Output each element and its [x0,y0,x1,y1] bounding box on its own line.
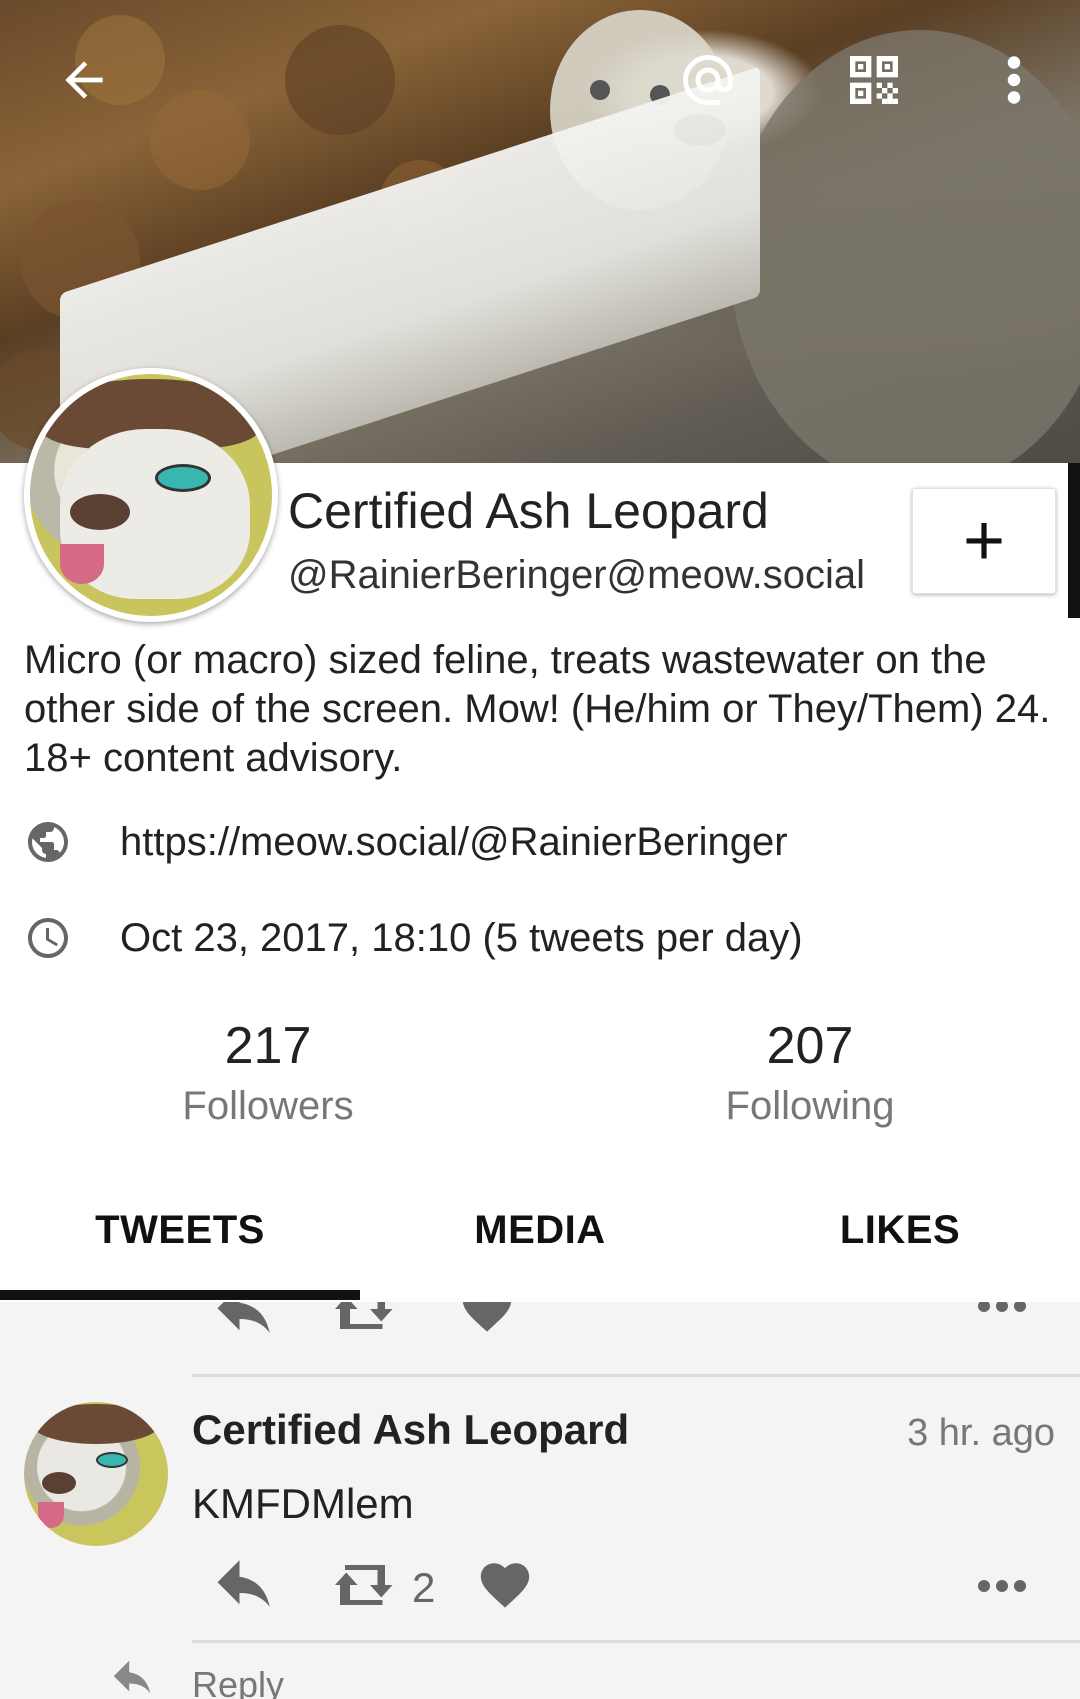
plus-icon: + [962,501,1006,581]
website-row[interactable]: https://meow.social/@RainierBeringer [24,818,788,866]
reply-icon[interactable] [212,1302,278,1336]
reply-thread-icon [110,1660,156,1696]
retweet-icon[interactable] [330,1302,400,1334]
post-divider [192,1374,1080,1377]
post-divider [192,1640,1080,1643]
retweet-count: 2 [412,1563,436,1611]
post-heart-icon[interactable] [476,1556,534,1614]
followers-stat[interactable]: 217 Followers [118,1016,418,1129]
profile-bio: Micro (or macro) sized feline, treats wa… [24,638,1051,780]
post-author[interactable]: Certified Ash Leopard [192,1406,629,1454]
followers-count: 217 [224,1017,312,1075]
post-retweet-icon [330,1560,400,1615]
post-reply-icon[interactable] [212,1560,278,1610]
display-name: Certified Ash Leopard [288,483,769,539]
following-stat[interactable]: 207 Following [660,1016,960,1129]
joined-text: Oct 23, 2017, 18:10 (5 tweets per day) [120,915,803,960]
following-count: 207 [766,1017,854,1075]
avatar-image [30,374,272,616]
qr-code-icon[interactable] [834,40,914,120]
active-tab-indicator [0,1290,360,1300]
arrow-left-icon[interactable] [44,40,124,120]
scroll-edge [1068,463,1080,618]
reply-label: Reply [192,1664,285,1699]
heart-icon[interactable] [458,1302,516,1338]
top-app-bar [0,0,1080,160]
followers-label: Followers [182,1084,354,1128]
more-horizontal-icon[interactable] [976,1302,1028,1326]
post-timestamp: 3 hr. ago [907,1412,1055,1454]
more-vertical-icon[interactable] [974,40,1054,120]
tab-media[interactable]: MEDIA [360,1208,720,1253]
clock-icon [24,914,72,962]
tab-likes[interactable]: LIKES [720,1208,1080,1253]
tab-tweets[interactable]: TWEETS [0,1208,360,1253]
at-sign-icon[interactable] [668,40,748,120]
joined-row: Oct 23, 2017, 18:10 (5 tweets per day) [24,914,803,962]
timeline-feed: Certified Ash Leopard 3 hr. ago KMFDMlem… [0,1302,1080,1699]
profile-avatar[interactable] [24,368,278,622]
post-content: KMFDMlem [192,1480,414,1527]
post-avatar[interactable] [24,1402,168,1546]
post-retweet-button[interactable]: 2 [330,1560,435,1615]
post-more-icon[interactable] [976,1566,1028,1606]
profile-tabs: TWEETS MEDIA LIKES [0,1170,1080,1302]
following-label: Following [725,1084,895,1128]
globe-icon [24,818,72,866]
account-handle: @RainierBeringer@meow.social [288,553,865,597]
website-link[interactable]: https://meow.social/@RainierBeringer [120,820,788,865]
follow-button[interactable]: + [912,488,1056,594]
